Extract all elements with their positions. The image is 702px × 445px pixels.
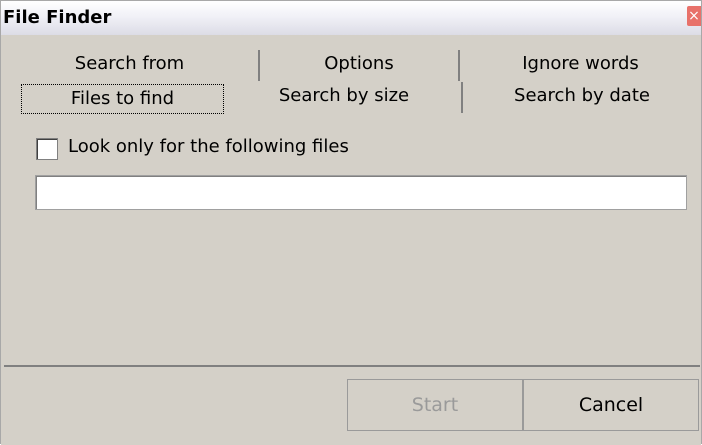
tab-search-by-size[interactable]: Search by size — [227, 82, 463, 113]
cancel-button[interactable]: Cancel — [523, 379, 699, 431]
title-bar: File Finder × — [1, 1, 701, 36]
tab-row-1: Search from Options Ignore words — [1, 50, 701, 81]
tab-ignore-words[interactable]: Ignore words — [460, 50, 701, 81]
tab-files-to-find[interactable]: Files to find — [21, 84, 224, 114]
tab-search-by-date[interactable]: Search by date — [463, 82, 701, 113]
tab-options[interactable]: Options — [260, 50, 460, 81]
file-finder-window: File Finder × Search from Options Ignore… — [0, 0, 702, 445]
dialog-footer: Start Cancel — [1, 367, 701, 445]
window-title: File Finder — [3, 7, 112, 28]
tab-search-from[interactable]: Search from — [1, 50, 260, 81]
close-icon[interactable]: × — [687, 6, 701, 26]
files-input[interactable] — [35, 175, 687, 210]
start-button[interactable]: Start — [347, 379, 523, 431]
look-only-checkbox-label[interactable]: Look only for the following files — [68, 136, 349, 157]
files-to-find-panel — [4, 121, 700, 367]
tab-strip: Search from Options Ignore words Files t… — [1, 35, 701, 121]
look-only-checkbox[interactable] — [36, 138, 58, 160]
tab-row-2: Files to find Search by size Search by d… — [1, 82, 701, 114]
